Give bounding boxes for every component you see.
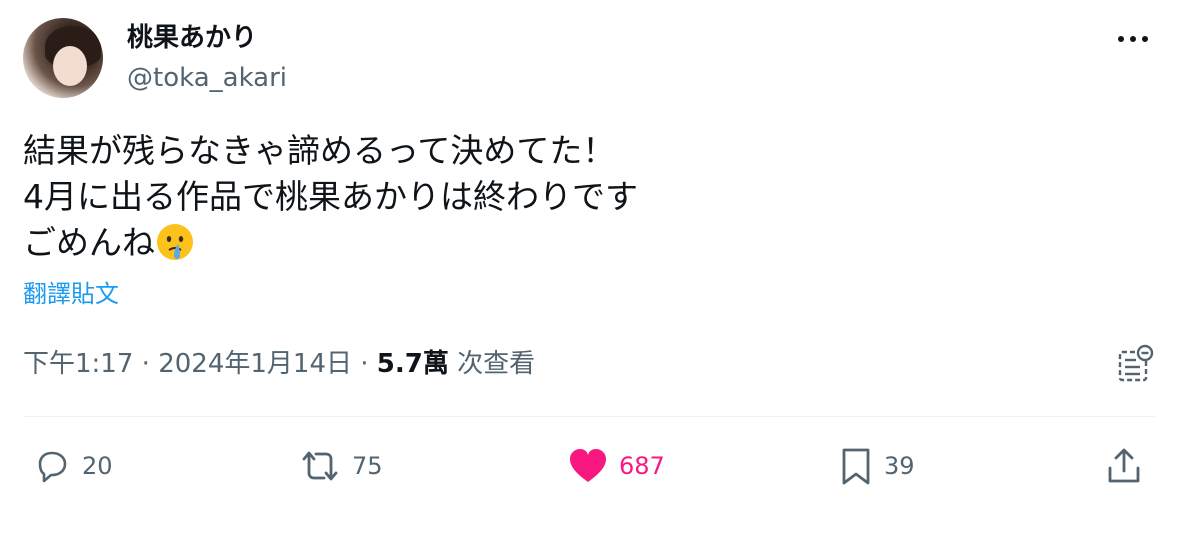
reply-icon — [38, 451, 67, 483]
tweet-line-3: ごめんね — [23, 220, 1153, 266]
reply-button[interactable]: 20 — [32, 444, 113, 488]
analytics-button[interactable] — [1114, 344, 1154, 384]
bookmark-count: 39 — [884, 452, 915, 480]
retweet-icon — [302, 451, 338, 481]
tweet-text: 結果が残らなきゃ諦めるって決めてた！ 4月に出る作品で桃果あかりは終わりです ご… — [23, 128, 1153, 266]
tweet-line-3-text: ごめんね — [23, 223, 155, 262]
share-button[interactable] — [1104, 444, 1144, 488]
bookmark-icon — [842, 448, 870, 485]
analytics-icon — [1118, 344, 1154, 382]
tweet-line-1: 結果が残らなきゃ諦めるって決めてた！ — [23, 131, 616, 170]
avatar[interactable] — [23, 18, 103, 98]
translate-post-link[interactable]: 翻譯貼文 — [23, 278, 119, 310]
more-options-button[interactable] — [1115, 24, 1151, 54]
views-label: 次查看 — [448, 349, 536, 379]
display-name[interactable]: 桃果あかり — [127, 22, 257, 54]
retweet-button[interactable]: 75 — [298, 444, 383, 488]
more-horizontal-icon — [1118, 36, 1148, 42]
post-date[interactable]: 2024年1月14日 — [158, 349, 352, 379]
handle[interactable]: @toka_akari — [127, 62, 287, 94]
bookmark-button[interactable]: 39 — [838, 444, 915, 488]
divider — [23, 416, 1155, 417]
face-holding-back-tears-icon — [157, 223, 193, 260]
views-count: 5.7萬 — [376, 349, 449, 379]
tweet-meta: 下午1:17 · 2024年1月14日 · 5.7萬 次查看 — [23, 346, 535, 382]
like-count: 687 — [619, 452, 665, 480]
share-icon — [1108, 448, 1140, 483]
heart-icon — [570, 449, 606, 482]
post-time[interactable]: 下午1:17 — [23, 349, 133, 379]
meta-separator-2: · — [351, 349, 377, 379]
retweet-count: 75 — [352, 452, 383, 480]
reply-count: 20 — [82, 452, 113, 480]
avatar-face — [53, 46, 87, 86]
tweet-line-2: 4月に出る作品で桃果あかりは終わりです — [23, 177, 638, 216]
meta-separator: · — [133, 349, 159, 379]
like-button[interactable]: 687 — [567, 444, 665, 488]
